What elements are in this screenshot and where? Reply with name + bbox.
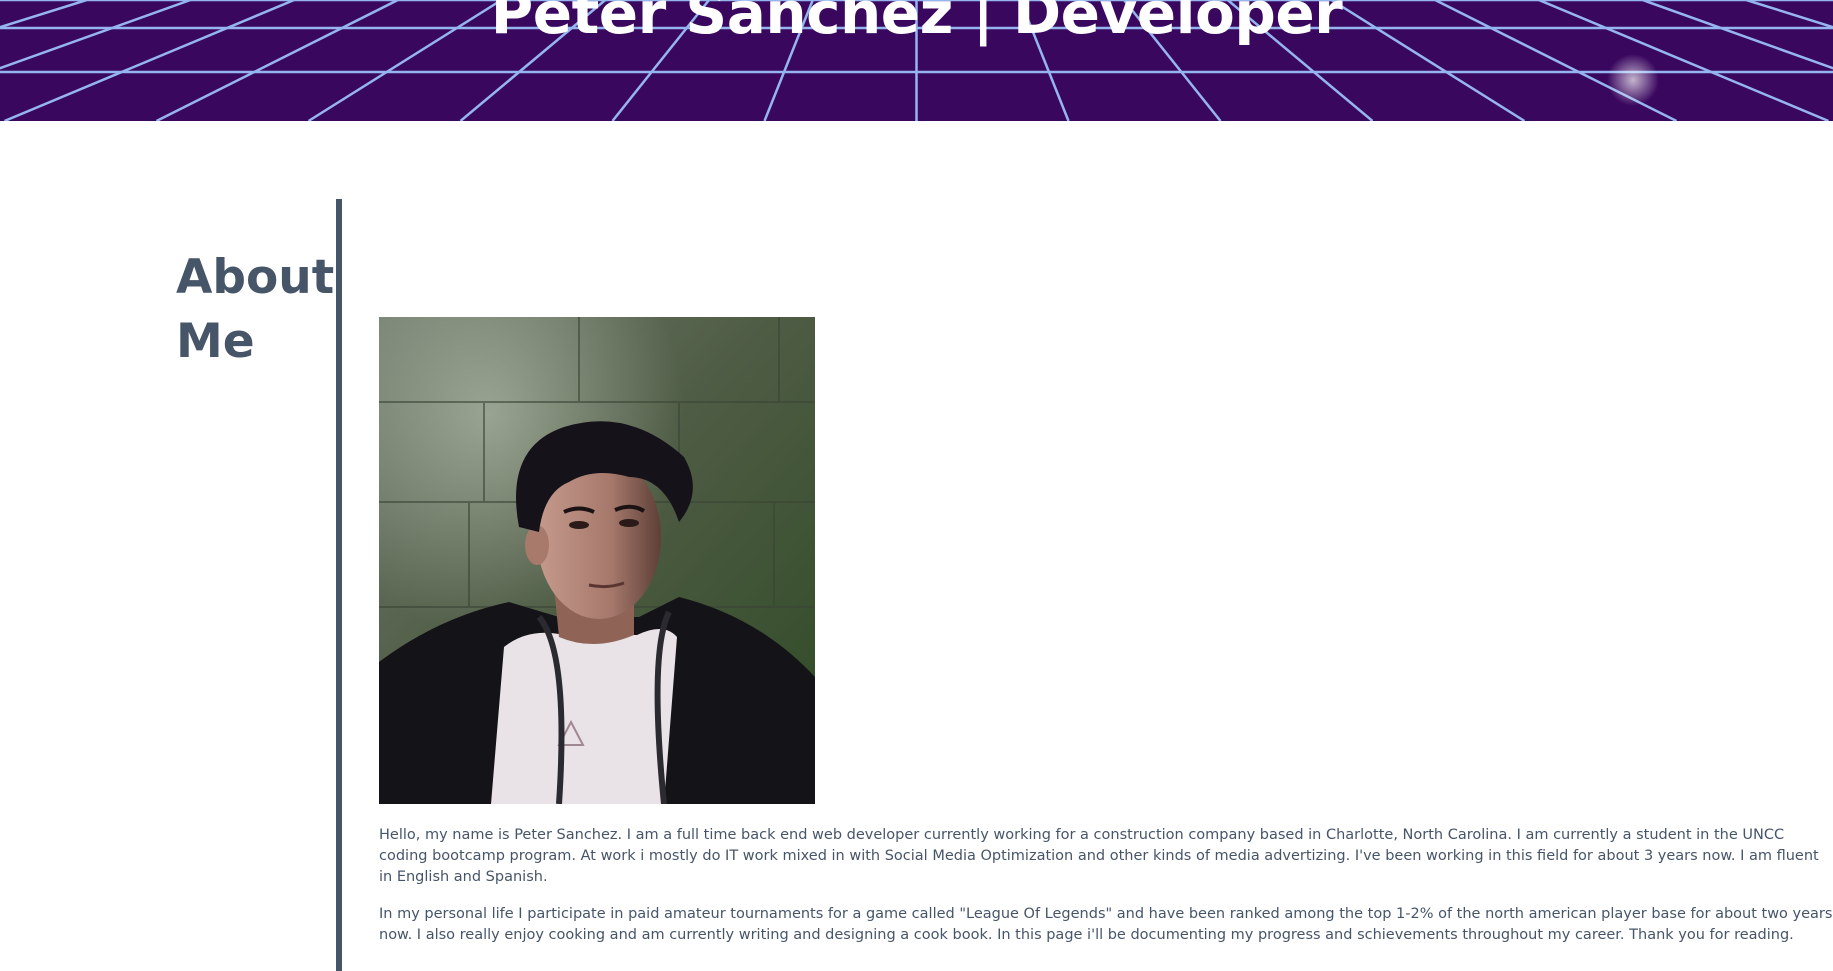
site-title: Peter Sanchez | Developer <box>490 0 1343 47</box>
bio-paragraph-2: In my personal life I participate in pai… <box>379 906 1833 943</box>
person-portrait-icon <box>379 317 815 804</box>
bio-text: Hello, my name is Peter Sanchez. I am a … <box>379 825 1833 962</box>
profile-photo <box>379 317 815 804</box>
about-heading: About Me <box>176 250 335 369</box>
bio-paragraph-1: Hello, my name is Peter Sanchez. I am a … <box>379 827 1819 885</box>
site-header: Peter Sanchez | Developer <box>0 0 1833 121</box>
section-divider <box>336 199 342 971</box>
